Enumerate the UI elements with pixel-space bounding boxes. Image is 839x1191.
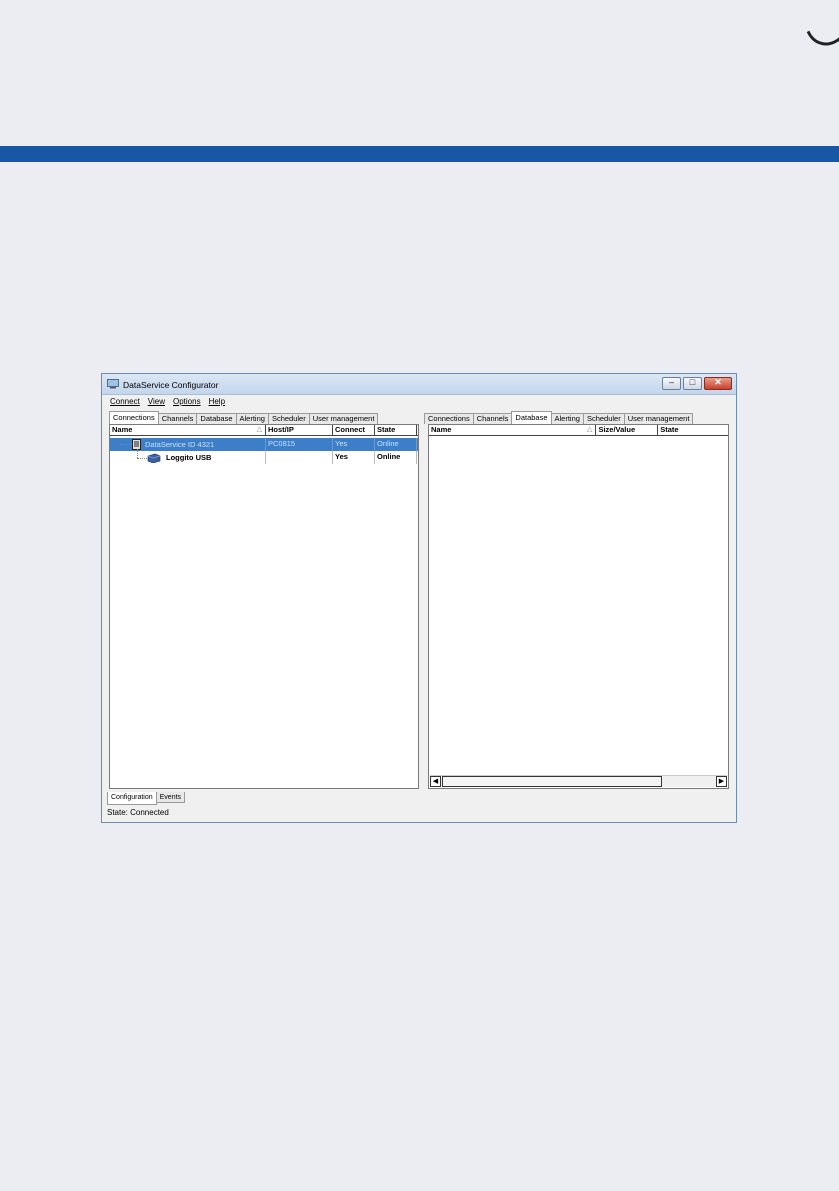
tree-connector	[137, 458, 147, 459]
tab-user-management[interactable]: User management	[308, 413, 379, 424]
right-pane: Connections Channels Database Alerting S…	[424, 409, 731, 789]
menu-connect[interactable]: Connect	[110, 397, 140, 406]
tab-events[interactable]: Events	[155, 792, 186, 803]
column-header-name[interactable]: Name △	[429, 425, 597, 435]
tab-alerting[interactable]: Alerting	[235, 413, 269, 424]
menu-help[interactable]: Help	[209, 397, 225, 406]
close-icon: ✕	[714, 377, 722, 387]
row-connect: Yes	[333, 451, 375, 464]
row-host: PC0815	[266, 438, 333, 451]
status-text: State: Connected	[107, 808, 169, 817]
column-header-state[interactable]: State	[375, 425, 417, 435]
table-row[interactable]: Loggito USB Yes Online	[110, 449, 418, 464]
tab-user-management[interactable]: User management	[623, 413, 694, 424]
tab-connections[interactable]: Connections	[424, 413, 474, 424]
database-list[interactable]: Name △ Size/Value State ◀ ▶	[428, 424, 729, 789]
scrollbar-thumb[interactable]	[442, 776, 662, 787]
title-bar[interactable]: DataService Configurator – □ ✕	[102, 374, 736, 395]
header-band	[0, 146, 839, 162]
row-name: Loggito USB	[166, 452, 212, 462]
minimize-button[interactable]: –	[662, 377, 681, 390]
app-window: DataService Configurator – □ ✕ Connect V…	[101, 373, 737, 823]
menu-bar: Connect View Options Help	[102, 395, 736, 408]
horizontal-scrollbar[interactable]: ◀ ▶	[430, 775, 727, 787]
scroll-left-icon[interactable]: ◀	[430, 776, 441, 787]
connections-header: Name △ Host/IP Connect State	[110, 425, 418, 436]
bottom-tab-strip: Configuration Events	[107, 792, 186, 805]
tab-alerting[interactable]: Alerting	[550, 413, 584, 424]
database-header: Name △ Size/Value State	[429, 425, 728, 436]
page-corner-mark	[779, 0, 839, 60]
sort-arrow-icon: △	[587, 426, 593, 433]
tab-channels[interactable]: Channels	[157, 413, 198, 424]
menu-options[interactable]: Options	[173, 397, 201, 406]
tab-database[interactable]: Database	[511, 411, 552, 424]
usb-device-icon	[147, 453, 161, 463]
sort-arrow-icon: △	[256, 426, 262, 433]
row-name: DataService ID 4321	[145, 439, 215, 449]
column-header-state[interactable]: State	[658, 425, 728, 435]
tab-scheduler[interactable]: Scheduler	[267, 413, 310, 424]
minimize-icon: –	[668, 377, 674, 387]
column-header-host[interactable]: Host/IP	[266, 425, 333, 435]
row-host	[266, 451, 333, 464]
menu-view[interactable]: View	[148, 397, 165, 406]
row-state: Online	[375, 438, 417, 451]
row-state: Online	[375, 451, 417, 464]
maximize-icon: □	[689, 377, 696, 387]
connections-list[interactable]: Name △ Host/IP Connect State DataService …	[109, 424, 419, 789]
maximize-button[interactable]: □	[683, 377, 702, 390]
tab-scheduler[interactable]: Scheduler	[582, 413, 625, 424]
table-row[interactable]: DataService ID 4321 PC0815 Yes Online	[110, 438, 418, 451]
column-header-name[interactable]: Name △	[110, 425, 266, 435]
left-tab-strip: Connections Channels Database Alerting S…	[109, 411, 379, 424]
close-button[interactable]: ✕	[704, 377, 732, 390]
row-connect: Yes	[333, 438, 375, 451]
column-header-connect[interactable]: Connect	[333, 425, 375, 435]
tab-database[interactable]: Database	[196, 413, 237, 424]
tab-connections[interactable]: Connections	[109, 411, 159, 424]
tree-connector	[137, 449, 138, 458]
tab-channels[interactable]: Channels	[472, 413, 513, 424]
tab-configuration[interactable]: Configuration	[107, 792, 157, 805]
scroll-right-icon[interactable]: ▶	[716, 776, 727, 787]
tree-connector	[120, 444, 132, 445]
app-icon	[107, 379, 119, 389]
left-pane: Connections Channels Database Alerting S…	[109, 409, 419, 789]
column-header-size-value[interactable]: Size/Value	[596, 425, 659, 435]
right-tab-strip: Connections Channels Database Alerting S…	[424, 411, 694, 424]
window-title: DataService Configurator	[123, 380, 219, 390]
